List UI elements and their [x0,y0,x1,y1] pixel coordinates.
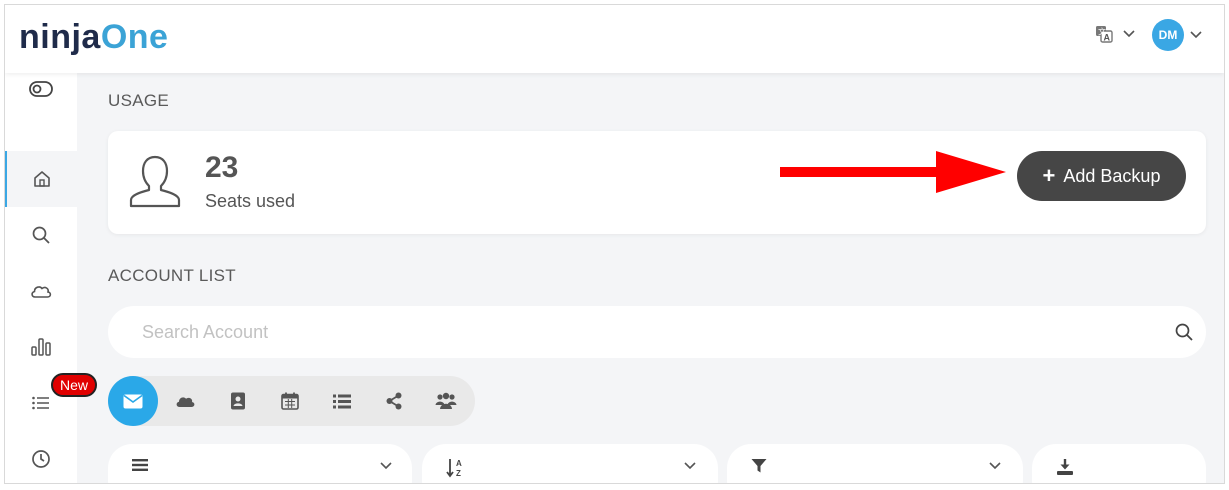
filter-calendar-button[interactable] [265,376,315,426]
app-window: ninjaOne 文 A DM New USAGE 23 Seats used … [4,4,1225,484]
bar-chart-icon [31,338,51,356]
mail-icon [123,394,143,408]
search-icon [32,226,50,244]
home-icon [34,171,50,187]
account-list-title: ACCOUNT LIST [108,266,236,285]
chevron-down-icon [1190,31,1202,39]
groups-icon [435,392,457,409]
chevron-down-icon [989,462,1001,470]
filter-tasks-button[interactable] [317,376,367,426]
sidebar-item-reports[interactable] [5,319,77,375]
red-arrow-annotation [780,151,1006,193]
usage-card: 23 Seats used + Add Backup [108,131,1206,234]
service-filter-bar [108,376,475,426]
calendar-icon [281,392,299,410]
tasks-list-icon [333,394,351,408]
clock-icon [32,450,50,468]
cloud-icon [31,286,52,298]
sidebar-item-search[interactable] [5,207,77,263]
contacts-icon [231,392,245,410]
seat-label: Seats used [205,191,296,211]
sidebar-item-home[interactable] [5,151,77,207]
svg-text:Z: Z [456,469,461,478]
sidebar-item-cloud[interactable] [5,263,77,319]
add-backup-button[interactable]: + Add Backup [1017,151,1186,201]
translate-icon: 文 A [1096,26,1113,43]
chevron-down-icon [380,462,392,470]
logo-text-one: One [100,18,169,56]
logo-text-ninja: ninja [19,18,101,56]
filter-mail-button[interactable] [108,376,158,426]
chevron-down-icon [1123,30,1135,38]
export-dropdown[interactable] [1032,444,1206,483]
toggle-icon [29,81,53,97]
user-icon [129,155,181,208]
add-backup-label: Add Backup [1063,165,1161,186]
list-icon [32,396,49,410]
top-bar: ninjaOne 文 A DM [5,5,1224,73]
download-icon [1057,459,1073,475]
filter-share-button[interactable] [369,376,419,426]
ninjaone-logo[interactable]: ninjaOne [19,19,168,55]
sidebar-item-history[interactable] [5,431,77,483]
user-menu[interactable]: DM [1152,19,1202,51]
plus-icon: + [1042,163,1056,188]
sort-dropdown[interactable]: AZ [422,444,718,483]
avatar[interactable]: DM [1152,19,1184,51]
svg-text:A: A [1104,33,1111,43]
language-selector[interactable]: 文 A [1095,25,1135,43]
share-icon [386,392,402,410]
view-dropdown[interactable] [108,444,412,483]
sidebar: New [5,73,98,483]
sort-az-icon: AZ [446,459,462,478]
cloud-icon [176,397,195,407]
filter-contacts-button[interactable] [213,376,263,426]
filter-groups-button[interactable] [421,376,471,426]
new-badge: New [51,373,98,397]
usage-section-title: USAGE [108,91,170,110]
menu-icon [132,459,148,471]
account-search [108,306,1206,358]
search-icon[interactable] [1174,322,1194,342]
svg-text:A: A [456,459,462,468]
filter-drive-button[interactable] [160,376,210,426]
filter-icon [751,459,767,473]
filter-dropdown[interactable] [727,444,1023,483]
search-account-input[interactable] [142,320,1142,344]
seat-count: 23 [205,151,239,184]
chevron-down-icon [684,462,696,470]
